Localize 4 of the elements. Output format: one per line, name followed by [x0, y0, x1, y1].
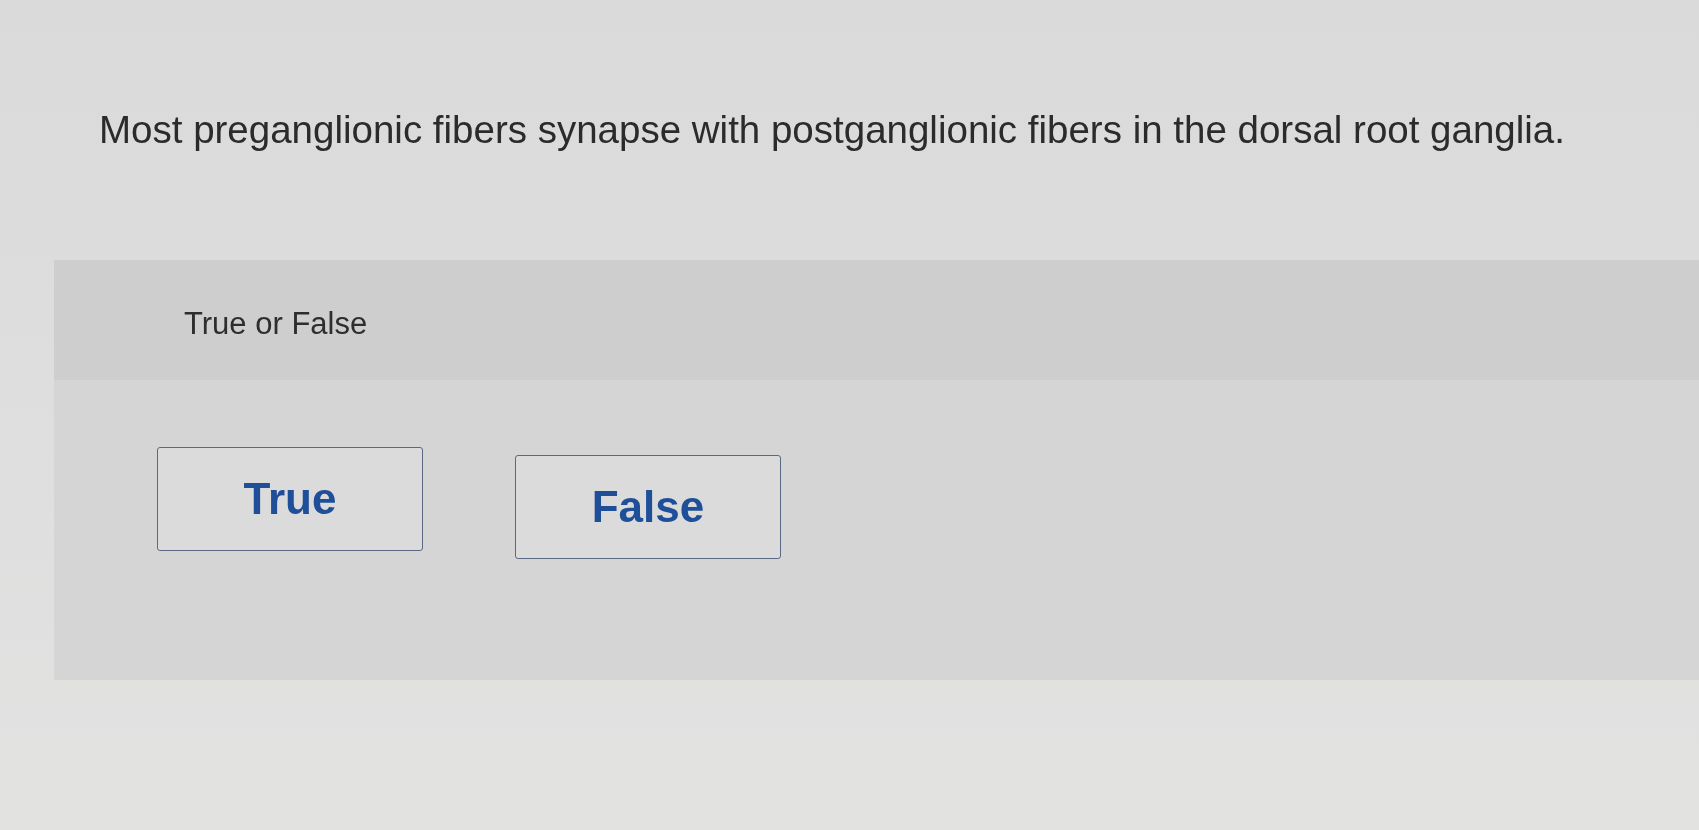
prompt-text: True or False: [184, 306, 368, 342]
answer-option-button[interactable]: True: [157, 447, 423, 552]
question-text: Most preganglionic fibers synapse with postganglionic fibers in the dorsal root ganglia.: [99, 107, 1565, 153]
answer-option-button[interactable]: False: [515, 455, 781, 560]
